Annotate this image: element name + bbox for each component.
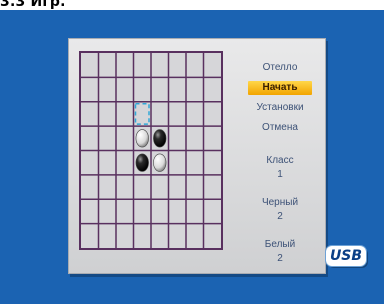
cancel-button[interactable]: Отмена: [239, 121, 321, 135]
level-value: 1: [277, 169, 283, 180]
game-title: Отелло: [262, 62, 298, 73]
usb-badge: USB: [326, 246, 366, 266]
white-count-value: 2: [277, 253, 283, 264]
game-board[interactable]: [79, 51, 223, 250]
start-button[interactable]: Начать: [248, 81, 312, 95]
black-count-value: 2: [277, 211, 283, 222]
black-piece: [135, 153, 149, 172]
black-piece: [153, 129, 167, 148]
level-label: Класс: [266, 155, 294, 166]
page-caption: 3.3 Игр.: [0, 0, 66, 10]
white-piece: [153, 153, 167, 172]
board-grid: [81, 53, 221, 248]
black-count-label: Черный: [261, 197, 299, 208]
tv-screen: Отелло Начать Установки Отмена Класс 1 Ч…: [0, 10, 384, 304]
white-piece: [135, 129, 149, 148]
game-panel: Отелло Начать Установки Отмена Класс 1 Ч…: [68, 38, 326, 274]
board-cursor: [134, 103, 150, 125]
white-count-label: Белый: [264, 239, 296, 250]
settings-button[interactable]: Установки: [239, 101, 321, 115]
